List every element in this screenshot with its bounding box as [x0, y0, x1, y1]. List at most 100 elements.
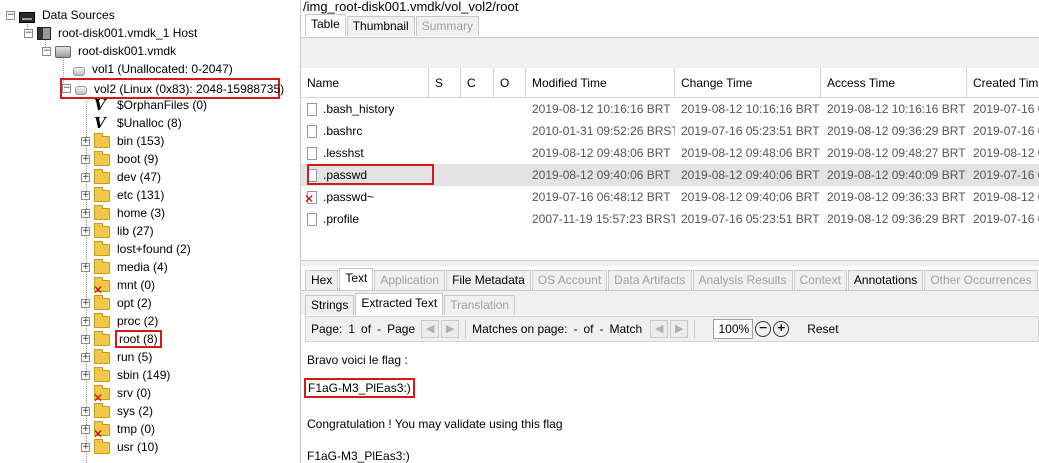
tree-item-folder[interactable]: + etc (131) — [81, 186, 166, 204]
tree-item-image[interactable]: − root-disk001.vmdk — [42, 42, 178, 60]
column-header[interactable]: Modified Time — [526, 68, 675, 98]
page-of-label: of — [361, 322, 372, 336]
column-header[interactable]: Name — [301, 68, 429, 98]
expand-toggle[interactable]: + — [81, 136, 90, 146]
tab-data-artifacts: Data Artifacts — [608, 270, 692, 290]
collapse-toggle[interactable]: − — [24, 28, 33, 38]
tree-item-vol1[interactable]: vol1 (Unallocated: 0-2047) — [73, 60, 235, 78]
zoom-field[interactable]: 100% — [713, 319, 754, 339]
tree-item-data-sources[interactable]: − Data Sources — [6, 6, 117, 24]
column-header[interactable]: Access Time — [821, 68, 967, 98]
tree-item-folder[interactable]: V $OrphanFiles (0) — [81, 96, 209, 114]
table-row[interactable]: .lesshst 2019-08-12 09:48:06 BRT 2019-08-1… — [301, 142, 1039, 164]
virtual-folder-icon: V — [94, 96, 106, 114]
tree-item-label: root-disk001.vmdk — [78, 44, 177, 58]
expand-toggle[interactable]: + — [81, 262, 90, 272]
expand-toggle[interactable]: + — [81, 154, 90, 164]
table-row[interactable]: ✕ .passwd~ 2019-07-16 06:48:12 BRT 2019-08-… — [301, 186, 1039, 208]
expand-toggle[interactable]: + — [81, 424, 90, 434]
tree-item-folder[interactable]: + bin (153) — [81, 132, 166, 150]
tab-context: Context — [793, 270, 847, 290]
directory-tree[interactable]: − Data Sources − root-disk001.vmdk_1 Hos… — [0, 0, 301, 463]
expand-toggle[interactable]: + — [81, 208, 90, 218]
tree-item-folder[interactable]: + proc (2) — [81, 312, 160, 330]
expand-toggle[interactable]: + — [81, 316, 90, 326]
table-row[interactable]: .bashrc 2010-01-31 09:52:26 BRST 2019-07-1… — [301, 120, 1039, 142]
column-header[interactable]: O — [494, 68, 526, 98]
expand-toggle[interactable]: + — [81, 190, 90, 200]
tree-item-host[interactable]: − root-disk001.vmdk_1 Host — [24, 24, 199, 42]
collapse-toggle[interactable]: − — [6, 10, 15, 20]
tree-item-folder[interactable]: + home (3) — [81, 204, 167, 222]
modified-time-cell: 2010-01-31 09:52:26 BRST — [532, 124, 675, 138]
tree-item-folder[interactable]: V $Unalloc (8) — [81, 114, 184, 132]
expand-toggle[interactable]: + — [81, 334, 90, 344]
toggle-spacer — [81, 245, 90, 254]
column-header[interactable]: C — [461, 68, 494, 98]
column-header[interactable]: Created Tim — [967, 68, 1039, 98]
file-name: .bashrc — [323, 124, 363, 138]
match-of-label: of — [583, 322, 594, 336]
tree-item-folder[interactable]: + ✕ tmp (0) — [81, 420, 157, 440]
text-line: Congratulation ! You may validate using … — [307, 417, 563, 431]
tree-item-folder[interactable]: + lib (27) — [81, 222, 156, 240]
expand-toggle[interactable]: + — [81, 406, 90, 416]
tab-annotations[interactable]: Annotations — [847, 270, 924, 290]
zoom-out-icon[interactable]: − — [755, 321, 772, 337]
created-time-cell: 2019-08-12 0 — [973, 190, 1039, 204]
passwd-highlight-box — [307, 164, 434, 185]
table-row[interactable]: .bash_history 2019-08-12 10:16:16 BRT 2019… — [301, 98, 1039, 120]
tab-thumbnail[interactable]: Thumbnail — [346, 16, 415, 36]
file-name-cell: .lesshst — [301, 142, 429, 164]
tree-item-folder[interactable]: + sys (2) — [81, 402, 155, 420]
table-row[interactable]: .profile 2007-11-19 15:57:23 BRST 2019-07-… — [301, 208, 1039, 230]
expand-toggle[interactable]: + — [81, 298, 90, 308]
text-viewer-tabs: Strings Extracted Text Translation — [305, 293, 516, 315]
prev-page-button[interactable]: ◀ — [421, 320, 440, 338]
file-table[interactable]: Name S C O Modified Time Change Time Access Ti… — [301, 68, 1039, 260]
tree-item-folder[interactable]: + dev (47) — [81, 168, 163, 186]
change-time-cell: 2019-08-12 09:40:06 BRT — [681, 168, 820, 182]
folder-icon — [94, 331, 110, 346]
text-line: F1aG-M3_PlEas3:) — [307, 449, 410, 463]
next-page-button[interactable]: ▶ — [441, 320, 460, 338]
column-header[interactable]: Change Time — [675, 68, 821, 98]
modified-time-cell: 2019-08-12 09:40:06 BRT — [532, 168, 671, 182]
tree-item-folder[interactable]: ✕ mnt (0) — [81, 276, 157, 296]
tree-item-folder[interactable]: + root (8) — [81, 330, 162, 348]
expand-toggle[interactable]: + — [81, 352, 90, 362]
next-match-button[interactable]: ▶ — [670, 320, 689, 338]
column-header[interactable]: S — [429, 68, 461, 98]
expand-toggle[interactable]: + — [81, 442, 90, 452]
zoom-in-icon[interactable]: + — [773, 321, 790, 337]
tab-extracted-text[interactable]: Extracted Text — [355, 293, 444, 315]
expand-toggle[interactable]: + — [81, 172, 90, 182]
tab-hex[interactable]: Hex — [305, 270, 339, 290]
tab-text[interactable]: Text — [339, 268, 374, 290]
tree-item-folder[interactable]: + opt (2) — [81, 294, 154, 312]
tree-item-label: run (5) — [117, 350, 153, 364]
folder-icon — [94, 439, 110, 454]
tree-item-folder[interactable]: + run (5) — [81, 348, 154, 366]
folder-icon — [94, 295, 110, 310]
prev-match-button[interactable]: ◀ — [650, 320, 669, 338]
reset-button[interactable]: Reset — [807, 322, 838, 336]
tree-item-folder[interactable]: + usr (10) — [81, 438, 160, 456]
tab-strings[interactable]: Strings — [305, 295, 355, 315]
expand-toggle[interactable]: + — [81, 370, 90, 380]
created-time-cell: 2019-07-16 0 — [973, 124, 1039, 138]
collapse-toggle[interactable]: − — [62, 84, 71, 93]
tree-item-folder[interactable]: + sbin (149) — [81, 366, 172, 384]
tree-item-folder[interactable]: + media (4) — [81, 258, 170, 276]
tab-table[interactable]: Table — [305, 14, 346, 36]
tab-file-metadata[interactable]: File Metadata — [446, 270, 531, 290]
pane-splitter[interactable] — [301, 260, 1039, 266]
tree-item-label: usr (10) — [117, 440, 159, 454]
tree-item-label: etc (131) — [117, 188, 165, 202]
tree-item-folder[interactable]: + boot (9) — [81, 150, 160, 168]
tree-item-folder[interactable]: lost+found (2) — [81, 240, 193, 258]
collapse-toggle[interactable]: − — [42, 46, 51, 56]
tree-item-folder[interactable]: ✕ srv (0) — [81, 384, 153, 404]
text-viewer-toolbar: Page: 1 of - Page ◀ ▶ Matches on page: -… — [305, 316, 1039, 342]
expand-toggle[interactable]: + — [81, 226, 90, 236]
